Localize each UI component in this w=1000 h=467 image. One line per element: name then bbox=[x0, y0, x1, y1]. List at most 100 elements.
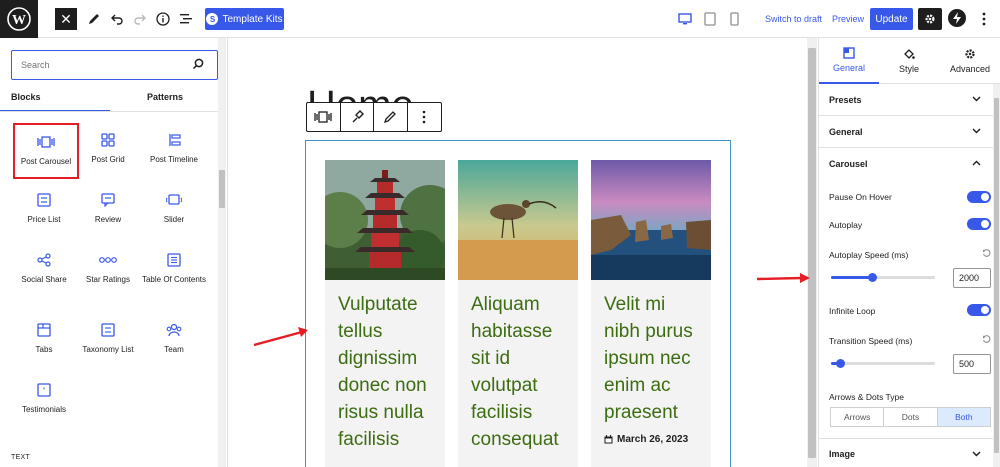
tablet-view-button[interactable] bbox=[702, 11, 718, 27]
info-icon bbox=[156, 12, 170, 26]
style-copy-button[interactable] bbox=[341, 103, 374, 131]
template-kits-label: Template Kits bbox=[222, 13, 283, 25]
block-label: Review bbox=[94, 215, 122, 224]
post-carousel-block[interactable]: Vulputate tellus dignissim donec non ris… bbox=[305, 140, 731, 467]
block-slider[interactable]: Slider bbox=[141, 183, 207, 239]
card-title[interactable]: Vulputate tellus dignissim donec non ris… bbox=[325, 280, 445, 453]
details-button[interactable] bbox=[154, 10, 172, 28]
card-title[interactable]: Velit mi nibh purus ipsum nec enim ac pr… bbox=[591, 280, 711, 426]
chevron-up-icon bbox=[972, 160, 981, 166]
option-arrows[interactable]: Arrows bbox=[831, 408, 885, 426]
calendar-icon bbox=[604, 435, 613, 444]
svg-text:W: W bbox=[12, 13, 26, 28]
option-both[interactable]: Both bbox=[937, 408, 990, 426]
close-inserter-button[interactable]: ✕ bbox=[55, 8, 77, 30]
more-vertical-icon bbox=[422, 110, 426, 124]
block-search[interactable] bbox=[11, 50, 218, 80]
block-post-timeline[interactable]: Post Timeline bbox=[141, 123, 207, 179]
desktop-view-button[interactable] bbox=[677, 11, 693, 27]
carousel-card[interactable]: Aliquam habitasse sit id volutpat facili… bbox=[458, 160, 578, 467]
options-menu-button[interactable] bbox=[975, 8, 993, 30]
redo-icon bbox=[134, 14, 146, 25]
section-presets[interactable]: Presets bbox=[819, 84, 993, 116]
undo-button[interactable] bbox=[108, 10, 126, 28]
edit-button[interactable] bbox=[374, 103, 408, 131]
slider-handle[interactable] bbox=[868, 273, 877, 282]
inserter-scrollbar-thumb[interactable] bbox=[219, 170, 225, 208]
plugin-flash-button[interactable] bbox=[948, 9, 966, 27]
block-star-ratings[interactable]: Star Ratings bbox=[75, 243, 141, 299]
infinite-loop-label: Infinite Loop bbox=[829, 306, 876, 316]
card-title[interactable]: Aliquam habitasse sit id volutpat facili… bbox=[458, 280, 578, 453]
undo-icon bbox=[111, 14, 123, 25]
redo-button[interactable] bbox=[131, 10, 149, 28]
top-toolbar: W ✕ S Template Kits Switch to draft Prev… bbox=[0, 0, 1000, 38]
tab-advanced[interactable]: Advanced bbox=[940, 38, 1000, 84]
section-general-label: General bbox=[829, 126, 863, 137]
autoplay-speed-label: Autoplay Speed (ms) bbox=[829, 250, 909, 260]
block-table-of-contents[interactable]: Table Of Contents bbox=[141, 243, 207, 299]
star-ratings-icon bbox=[99, 250, 117, 270]
tab-style[interactable]: Style bbox=[879, 38, 939, 84]
canvas-scrollbar-thumb[interactable] bbox=[808, 48, 816, 458]
mobile-view-button[interactable] bbox=[726, 11, 742, 27]
block-options-button[interactable] bbox=[408, 103, 441, 131]
template-kits-icon: S bbox=[206, 13, 219, 25]
tab-blocks[interactable]: Blocks bbox=[0, 88, 110, 112]
block-review[interactable]: Review bbox=[75, 183, 141, 239]
preview-link[interactable]: Preview bbox=[832, 14, 864, 24]
arrows-dots-type-selector: Arrows Dots Both bbox=[830, 407, 991, 427]
block-type-button[interactable] bbox=[307, 103, 341, 131]
transition-speed-slider[interactable] bbox=[831, 359, 935, 368]
pause-on-hover-toggle[interactable] bbox=[967, 191, 991, 203]
tab-patterns[interactable]: Patterns bbox=[110, 88, 220, 112]
autoplay-speed-slider[interactable] bbox=[831, 273, 935, 282]
reset-icon[interactable] bbox=[982, 249, 991, 258]
chevron-down-icon bbox=[972, 451, 981, 457]
arrows-dots-type-label: Arrows & Dots Type bbox=[829, 392, 904, 402]
tab-general-label: General bbox=[832, 63, 866, 73]
inserter-scrollbar[interactable] bbox=[218, 38, 226, 467]
wordpress-logo-button[interactable]: W bbox=[0, 0, 38, 38]
slider-fill bbox=[831, 276, 871, 279]
infinite-loop-toggle[interactable] bbox=[967, 304, 991, 316]
transition-speed-input[interactable]: 500 bbox=[953, 354, 991, 374]
reset-icon[interactable] bbox=[982, 335, 991, 344]
block-label: Table Of Contents bbox=[141, 275, 207, 284]
block-price-list[interactable]: Price List bbox=[11, 183, 77, 239]
update-button[interactable]: Update bbox=[870, 8, 913, 30]
section-general[interactable]: General bbox=[819, 116, 993, 148]
autoplay-toggle[interactable] bbox=[967, 218, 991, 230]
settings-button[interactable] bbox=[918, 8, 942, 30]
block-taxonomy-list[interactable]: Taxonomy List bbox=[75, 313, 141, 369]
search-icon bbox=[192, 58, 204, 73]
post-grid-icon bbox=[101, 130, 115, 150]
settings-scrollbar-thumb[interactable] bbox=[994, 98, 999, 453]
block-team[interactable]: Team bbox=[141, 313, 207, 369]
section-presets-label: Presets bbox=[829, 94, 862, 105]
carousel-card[interactable]: Vulputate tellus dignissim donec non ris… bbox=[325, 160, 445, 467]
block-testimonials[interactable]: " Testimonials bbox=[11, 373, 77, 429]
pencil-icon bbox=[384, 111, 397, 124]
carousel-card[interactable]: Velit mi nibh purus ipsum nec enim ac pr… bbox=[591, 160, 711, 467]
template-kits-button[interactable]: S Template Kits bbox=[205, 8, 284, 30]
slider-handle[interactable] bbox=[836, 359, 845, 368]
transition-speed-label: Transition Speed (ms) bbox=[829, 336, 913, 346]
block-social-share[interactable]: Social Share bbox=[11, 243, 77, 299]
list-view-button[interactable] bbox=[177, 10, 195, 28]
post-carousel-icon bbox=[37, 132, 55, 152]
block-label: Tabs bbox=[35, 345, 53, 354]
option-dots[interactable]: Dots bbox=[884, 408, 938, 426]
autoplay-speed-input[interactable]: 2000 bbox=[953, 268, 991, 288]
brush-icon bbox=[352, 110, 364, 123]
section-carousel[interactable]: Carousel bbox=[819, 148, 993, 180]
block-search-input[interactable] bbox=[21, 57, 181, 73]
close-icon: ✕ bbox=[60, 10, 72, 27]
switch-to-draft-link[interactable]: Switch to draft bbox=[765, 14, 822, 24]
block-post-grid[interactable]: Post Grid bbox=[75, 123, 141, 179]
tools-button[interactable] bbox=[85, 10, 103, 28]
block-post-carousel[interactable]: Post Carousel bbox=[13, 123, 79, 179]
block-tabs[interactable]: Tabs bbox=[11, 313, 77, 369]
section-image[interactable]: Image bbox=[819, 438, 993, 467]
tab-general[interactable]: General bbox=[819, 38, 879, 84]
